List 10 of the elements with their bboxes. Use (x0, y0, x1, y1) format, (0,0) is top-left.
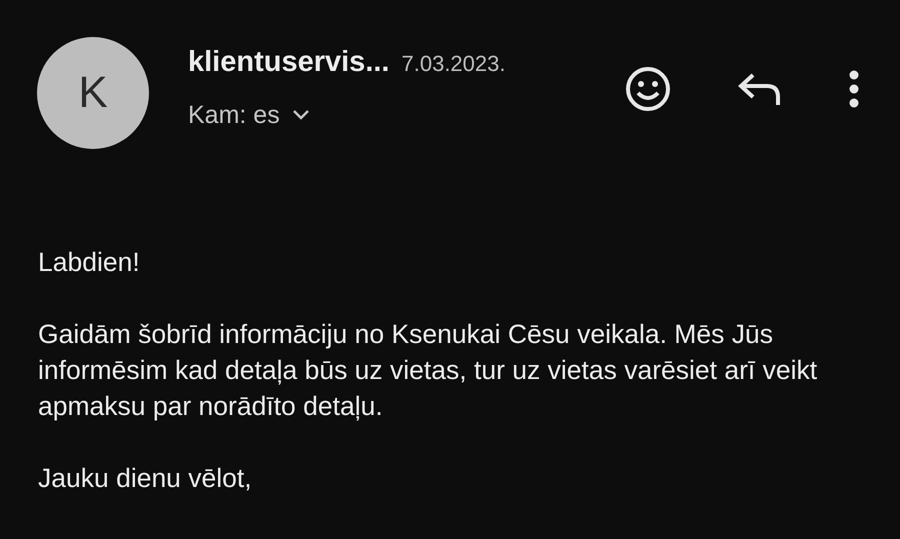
more-icon[interactable] (848, 70, 860, 108)
greeting-text: Labdien! (38, 246, 141, 279)
closing-text: Jauku dienu vēlot, (38, 462, 253, 495)
recipient-toggle[interactable]: Kam: es (188, 96, 506, 134)
avatar[interactable]: K (37, 37, 149, 149)
sender-name: klientuservis... (188, 45, 390, 80)
message-paragraph: Gaidām šobrīd informāciju no Ksenukai Cēsu veikala. Mēs Jūs informēsim kad detaļa būs uz vietas, tur uz vietas varēsiet arī veikt apmaksu par norādīto detaļu. (38, 318, 818, 423)
emoji-icon[interactable] (624, 65, 672, 113)
reply-icon[interactable] (737, 72, 781, 106)
date: 7.03.2023. (402, 50, 506, 78)
